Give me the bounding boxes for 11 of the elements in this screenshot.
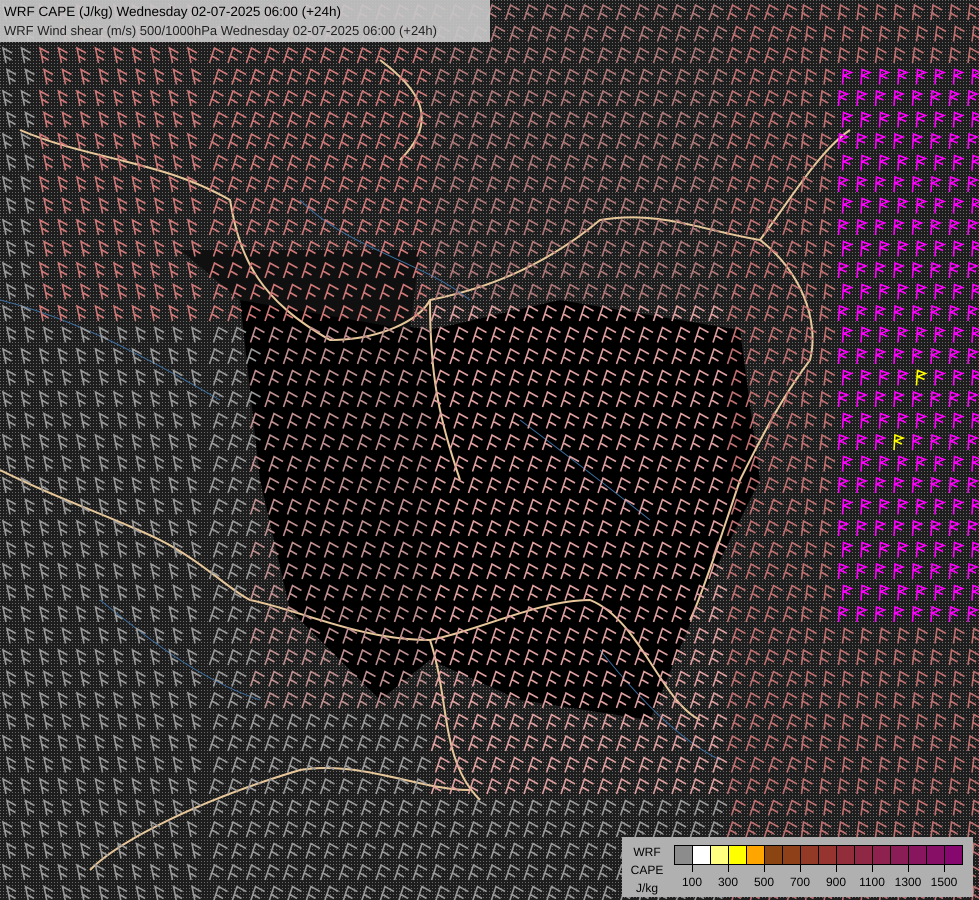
legend-tick-label: 1300 bbox=[894, 875, 922, 889]
legend-tick-label: 300 bbox=[718, 875, 738, 889]
legend-tick-label: 900 bbox=[826, 875, 846, 889]
legend-tick-label: 1500 bbox=[930, 875, 958, 889]
legend-tick-label: 1100 bbox=[859, 875, 885, 889]
legend-label: WRF CAPE J/kg bbox=[630, 844, 664, 897]
map-title: WRF CAPE (J/kg) Wednesday 02-07-2025 06:00 (+24h) bbox=[4, 3, 342, 21]
legend-tick-label: 100 bbox=[682, 875, 702, 889]
legend-tick-label: 500 bbox=[754, 875, 774, 889]
map-title: WRF Wind shear (m/s) 500/1000hPa Wednesday 02-07-2025 06:00 (+24h) bbox=[4, 22, 438, 40]
legend-tick-label: 700 bbox=[790, 875, 810, 889]
